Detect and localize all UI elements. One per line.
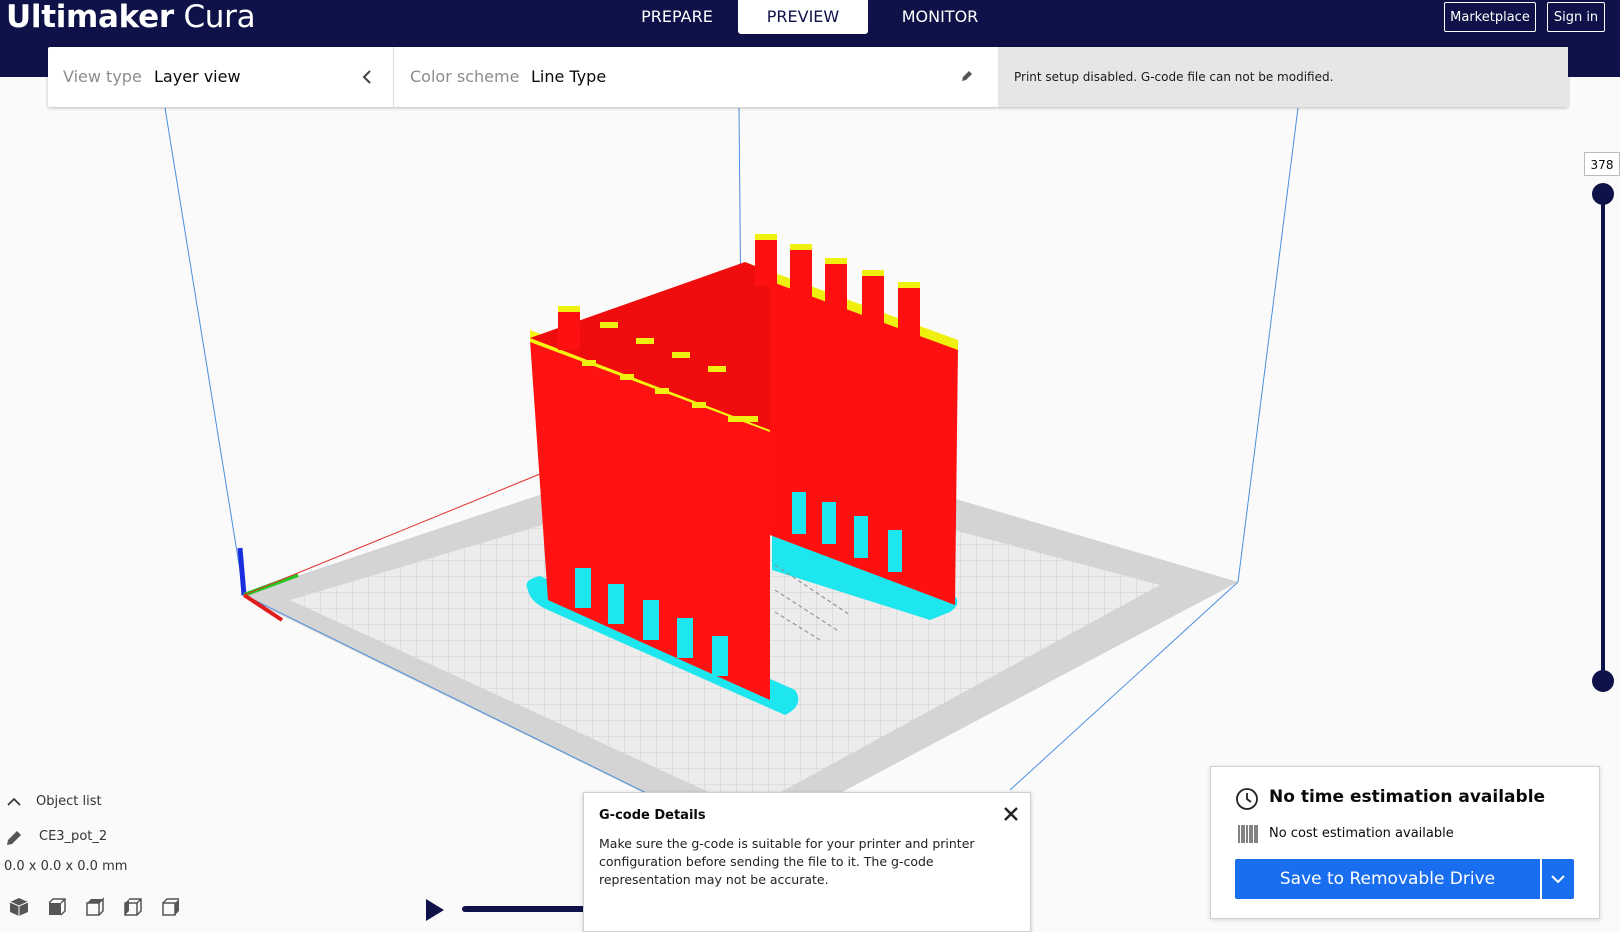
- gcode-details-message: G-code Details Make sure the g-code is s…: [583, 792, 1031, 932]
- view-type-selector[interactable]: View type Layer view: [48, 47, 392, 107]
- chevron-down-icon: [1551, 875, 1565, 884]
- marketplace-button[interactable]: Marketplace: [1444, 2, 1536, 32]
- color-scheme-label: Color scheme: [410, 67, 520, 86]
- view-header-panel: View type Layer view Color scheme Line T…: [48, 47, 1568, 107]
- time-estimate: No time estimation available: [1269, 787, 1546, 807]
- close-icon[interactable]: [1002, 805, 1020, 823]
- tab-monitor[interactable]: MONITOR: [880, 0, 1000, 34]
- sign-in-button[interactable]: Sign in: [1547, 2, 1605, 32]
- pencil-icon: [7, 831, 21, 845]
- object-dimensions: 0.0 x 0.0 x 0.0 mm: [4, 859, 128, 874]
- layer-slider-upper-handle[interactable]: [1592, 183, 1614, 205]
- pencil-icon[interactable]: [960, 69, 974, 83]
- object-list-toggle[interactable]: Object list: [36, 794, 102, 809]
- right-view-icon[interactable]: [160, 896, 182, 918]
- cost-estimate: No cost estimation available: [1269, 826, 1454, 841]
- layer-slider-lower-handle[interactable]: [1592, 670, 1614, 692]
- front-view-icon[interactable]: [46, 896, 68, 918]
- top-view-icon[interactable]: [84, 896, 106, 918]
- view-type-value: Layer view: [154, 67, 241, 86]
- chevron-up-icon[interactable]: [7, 797, 21, 807]
- tab-prepare[interactable]: PREPARE: [618, 0, 736, 34]
- output-device-dropdown[interactable]: [1542, 859, 1574, 899]
- color-scheme-selector[interactable]: Color scheme Line Type: [394, 47, 998, 107]
- path-slider-track[interactable]: [462, 906, 592, 912]
- layer-slider-track[interactable]: [1601, 195, 1605, 682]
- clock-icon: [1236, 788, 1258, 810]
- tab-preview[interactable]: PREVIEW: [738, 0, 868, 34]
- object-name[interactable]: CE3_pot_2: [39, 829, 107, 844]
- chevron-left-icon[interactable]: [362, 69, 372, 85]
- gcode-details-title: G-code Details: [599, 808, 706, 823]
- save-to-removable-drive-button[interactable]: Save to Removable Drive: [1235, 859, 1540, 899]
- app-logo: Ultimaker Cura: [6, 0, 256, 35]
- barcode-icon: [1238, 825, 1258, 843]
- play-simulation-button[interactable]: [426, 899, 444, 921]
- view-type-label: View type: [63, 67, 142, 86]
- gcode-details-body: Make sure the g-code is suitable for you…: [599, 836, 975, 887]
- left-view-icon[interactable]: [122, 896, 144, 918]
- 3d-view-icon[interactable]: [8, 896, 30, 918]
- print-setup-notice: Print setup disabled. G-code file can no…: [998, 47, 1568, 107]
- color-scheme-value: Line Type: [531, 67, 607, 86]
- layer-number-badge[interactable]: 378: [1584, 152, 1620, 176]
- print-action-panel: No time estimation available No cost est…: [1210, 766, 1600, 919]
